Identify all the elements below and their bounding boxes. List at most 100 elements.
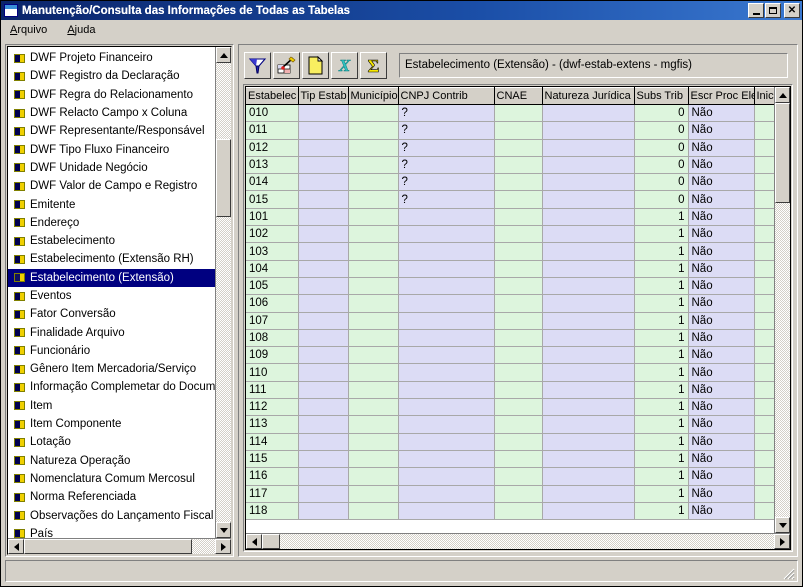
table-cell[interactable] <box>298 502 349 521</box>
table-cell[interactable]: 1 <box>634 312 689 330</box>
table-cell[interactable]: 1 <box>634 450 689 469</box>
sidebar-item[interactable]: Fator Conversão <box>8 305 215 323</box>
table-cell[interactable]: 1 <box>634 225 689 244</box>
tree-hscroll-track[interactable] <box>24 539 215 554</box>
table-cell[interactable] <box>754 139 774 157</box>
table-row[interactable]: 111 1 Não <box>246 381 774 400</box>
table-cell[interactable] <box>754 173 774 192</box>
sidebar-item[interactable]: Estabelecimento <box>8 232 215 250</box>
table-cell[interactable] <box>348 294 399 313</box>
table-cell[interactable] <box>494 139 543 157</box>
table-cell[interactable] <box>754 363 774 382</box>
table-cell[interactable] <box>348 433 399 451</box>
table-cell[interactable] <box>542 104 635 123</box>
table-cell[interactable]: Não <box>688 312 755 330</box>
table-cell[interactable] <box>298 208 349 227</box>
table-cell[interactable] <box>542 467 635 486</box>
grid-scroll-track[interactable] <box>775 103 790 517</box>
table-cell[interactable] <box>348 190 399 209</box>
table-cell[interactable]: Não <box>688 139 755 157</box>
table-row[interactable]: 114 1 Não <box>246 433 774 451</box>
export-excel-button[interactable]: X <box>331 51 358 79</box>
table-cell[interactable] <box>494 190 543 209</box>
table-row[interactable]: 106 1 Não <box>246 294 774 313</box>
sum-sigma-button[interactable]: Σ <box>360 51 387 79</box>
table-cell[interactable] <box>348 104 399 123</box>
column-header[interactable]: CNPJ Contrib <box>398 87 495 105</box>
grid-hscroll-track[interactable] <box>262 534 774 549</box>
table-cell[interactable] <box>398 363 495 382</box>
table-cell[interactable] <box>298 104 349 123</box>
table-row[interactable]: 103 1 Não <box>246 242 774 261</box>
table-cell[interactable]: 109 <box>246 346 299 365</box>
table-cell[interactable] <box>542 450 635 469</box>
column-header[interactable]: Escr Proc Eletr <box>688 87 755 105</box>
table-cell[interactable]: ? <box>398 121 495 140</box>
sidebar-item[interactable]: Natureza Operação <box>8 452 215 470</box>
table-cell[interactable]: 1 <box>634 363 689 382</box>
sidebar-item[interactable]: Emitente <box>8 195 215 213</box>
table-cell[interactable] <box>542 208 635 227</box>
edit-grid-button[interactable] <box>273 51 300 79</box>
table-cell[interactable]: Não <box>688 225 755 244</box>
table-cell[interactable]: 112 <box>246 398 299 417</box>
table-cell[interactable]: Não <box>688 363 755 382</box>
table-cell[interactable] <box>754 415 774 434</box>
table-cell[interactable] <box>298 139 349 157</box>
table-cell[interactable]: 1 <box>634 329 689 348</box>
table-cell[interactable] <box>754 433 774 451</box>
table-cell[interactable]: ? <box>398 104 495 123</box>
table-cell[interactable] <box>754 312 774 330</box>
table-cell[interactable] <box>298 329 349 348</box>
table-cell[interactable] <box>348 485 399 503</box>
table-cell[interactable] <box>494 415 543 434</box>
table-cell[interactable]: 1 <box>634 502 689 521</box>
table-cell[interactable]: 1 <box>634 467 689 486</box>
table-row[interactable]: 101 1 Não <box>246 208 774 227</box>
tree-scroll-up-button[interactable] <box>216 47 231 63</box>
column-header[interactable]: CNAE <box>494 87 543 105</box>
table-cell[interactable]: Não <box>688 173 755 192</box>
sidebar-item[interactable]: DWF Unidade Negócio <box>8 159 215 177</box>
table-cell[interactable] <box>298 121 349 140</box>
table-cell[interactable] <box>754 190 774 209</box>
table-cell[interactable] <box>494 277 543 296</box>
table-cell[interactable] <box>754 121 774 140</box>
table-cell[interactable]: Não <box>688 156 755 175</box>
table-cell[interactable]: Não <box>688 381 755 400</box>
table-cell[interactable] <box>542 173 635 192</box>
sidebar-item[interactable]: DWF Representante/Responsável <box>8 122 215 140</box>
table-row[interactable]: 117 1 Não <box>246 485 774 503</box>
table-cell[interactable] <box>754 225 774 244</box>
table-cell[interactable] <box>348 363 399 382</box>
table-cell[interactable] <box>348 208 399 227</box>
table-cell[interactable]: 1 <box>634 260 689 278</box>
table-cell[interactable] <box>494 242 543 261</box>
table-cell[interactable]: 107 <box>246 312 299 330</box>
table-cell[interactable] <box>398 277 495 296</box>
table-cell[interactable] <box>754 242 774 261</box>
table-cell[interactable]: 0 <box>634 121 689 140</box>
table-cell[interactable] <box>348 156 399 175</box>
table-cell[interactable] <box>398 294 495 313</box>
table-cell[interactable] <box>542 363 635 382</box>
table-row[interactable]: 011? 0 Não <box>246 121 774 140</box>
table-cell[interactable] <box>754 398 774 417</box>
column-header[interactable]: Tip Estab <box>298 87 349 105</box>
table-cell[interactable] <box>542 433 635 451</box>
table-cell[interactable] <box>494 156 543 175</box>
table-cell[interactable] <box>398 346 495 365</box>
table-cell[interactable] <box>754 208 774 227</box>
sidebar-item[interactable]: Nomenclatura Comum Mercosul <box>8 470 215 488</box>
table-cell[interactable] <box>542 121 635 140</box>
table-cell[interactable] <box>298 346 349 365</box>
table-row[interactable]: 105 1 Não <box>246 277 774 296</box>
table-cell[interactable] <box>398 398 495 417</box>
table-cell[interactable] <box>494 260 543 278</box>
table-cell[interactable] <box>398 242 495 261</box>
table-cell[interactable] <box>348 415 399 434</box>
table-cell[interactable]: 012 <box>246 139 299 157</box>
table-cell[interactable] <box>494 485 543 503</box>
table-cell[interactable]: ? <box>398 156 495 175</box>
table-cell[interactable]: 1 <box>634 242 689 261</box>
